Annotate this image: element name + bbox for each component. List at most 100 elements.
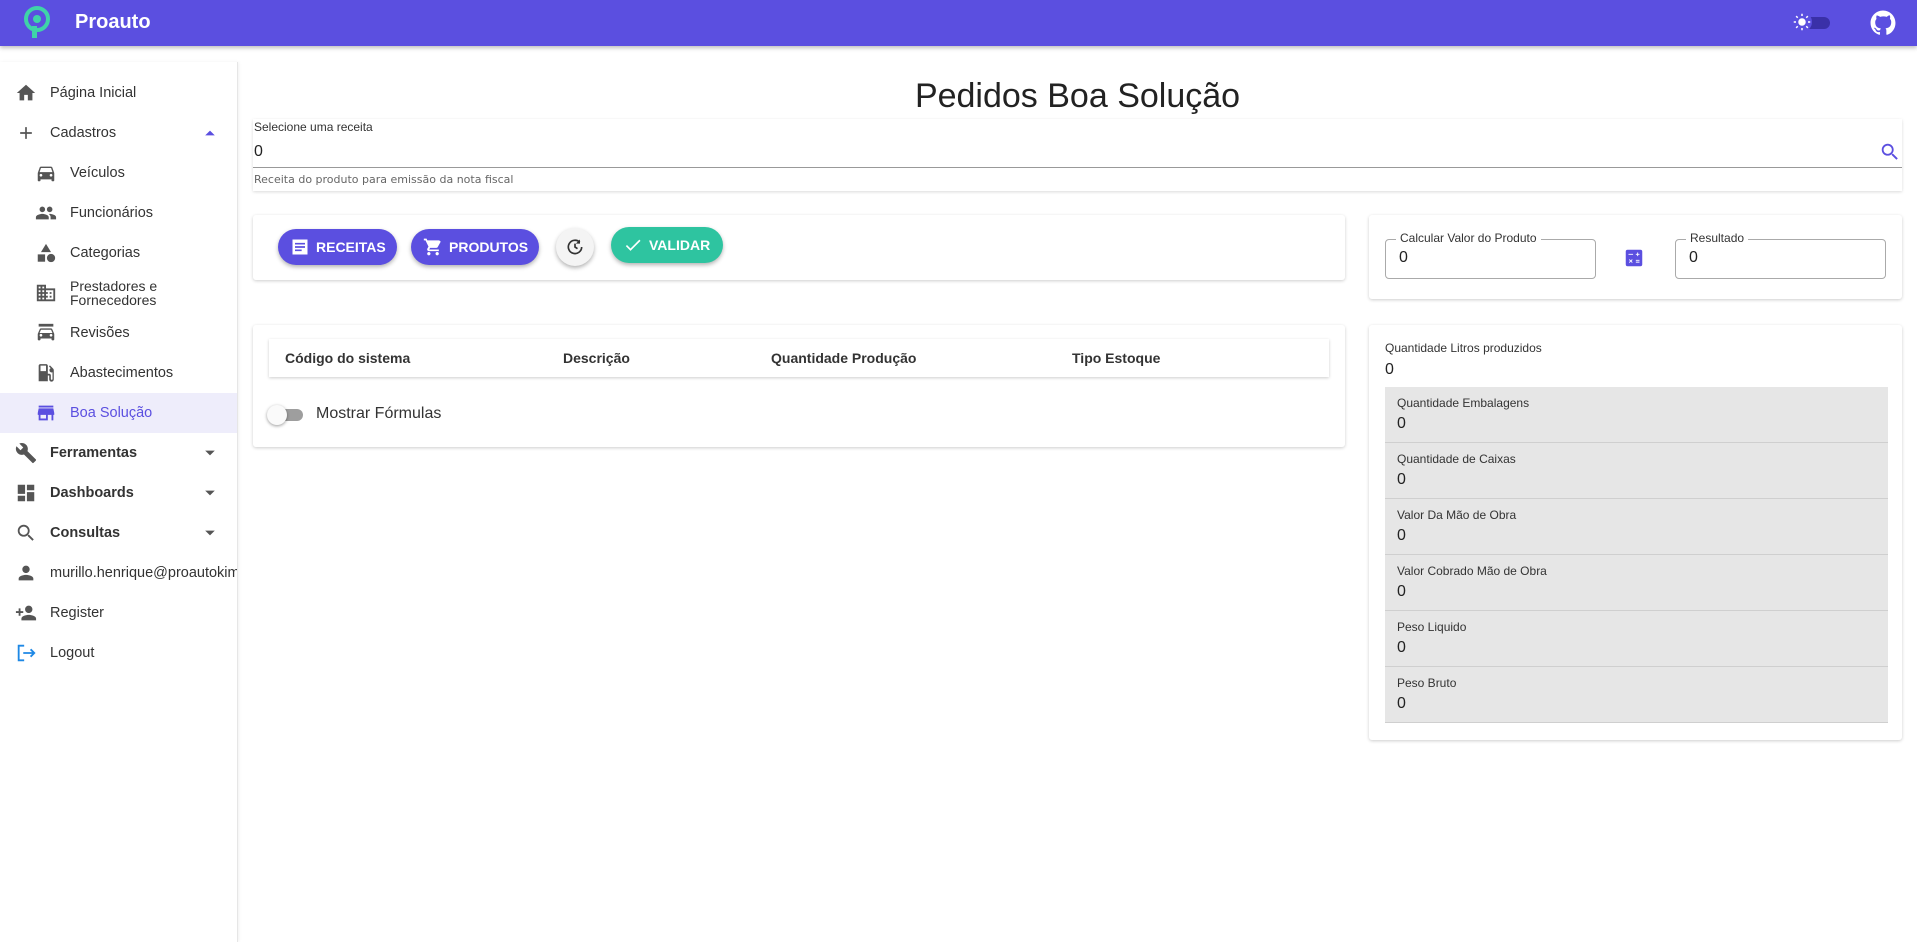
caret-down-icon [203, 446, 217, 460]
person-icon [14, 561, 38, 585]
history-button[interactable] [556, 228, 594, 266]
stat-value: 0 [1397, 695, 1406, 712]
litros-value: 0 [1385, 361, 1394, 378]
sidebar-item-boa-solucao[interactable]: Boa Solução [0, 393, 237, 433]
sidebar-item-label: Cadastros [50, 125, 117, 141]
sidebar-item-veiculos[interactable]: Veículos [0, 153, 237, 193]
sidebar: Página Inicial Cadastros Veículos Funcio… [0, 62, 238, 942]
resultado-label: Resultado [1686, 231, 1749, 245]
sidebar-item-ferramentas[interactable]: Ferramentas [0, 433, 237, 473]
calcular-valor-field: Calcular Valor do Produto [1385, 231, 1596, 279]
car-icon [34, 161, 58, 185]
sidebar-item-label: Veículos [70, 165, 125, 181]
sidebar-item-label-line2: Fornecedores [70, 292, 157, 308]
actions-card: RECEITAS PRODUTOS VALIDAR [253, 215, 1345, 280]
stat-row: Valor Da Mão de Obra 0 [1385, 499, 1888, 555]
sidebar-item-categorias[interactable]: Categorias [0, 233, 237, 273]
theme-toggle[interactable] [1792, 12, 1832, 32]
caret-down-icon [203, 526, 217, 540]
sidebar-item-label: Abastecimentos [70, 365, 174, 381]
stat-row: Quantidade Embalagens 0 [1385, 387, 1888, 443]
column-header[interactable]: Código do sistema [285, 350, 410, 366]
table-header: Código do sistema Descrição Quantidade P… [269, 339, 1329, 377]
store-icon [34, 401, 58, 425]
sidebar-item-funcionarios[interactable]: Funcionários [0, 193, 237, 233]
sidebar-item-label: Página Inicial [50, 85, 137, 101]
sidebar-item-label: Funcionários [70, 205, 154, 221]
receitas-button[interactable]: RECEITAS [278, 229, 397, 265]
sidebar-item-abastecimentos[interactable]: Abastecimentos [0, 353, 237, 393]
resultado-input[interactable] [1689, 249, 1839, 267]
caret-up-icon [203, 126, 217, 140]
logout-icon [14, 641, 38, 665]
app-title[interactable]: Proauto [75, 11, 151, 34]
calculate-button[interactable] [1623, 247, 1645, 269]
column-header[interactable]: Tipo Estoque [1072, 350, 1160, 366]
sidebar-item-label: Register [50, 605, 104, 621]
search-icon [14, 521, 38, 545]
sidebar-item-label: Prestadores e Fornecedores [70, 279, 157, 307]
app-logo-icon[interactable] [22, 4, 52, 40]
resultado-field: Resultado [1675, 231, 1886, 279]
sidebar-item-label: murillo.henrique@proautokimi [50, 565, 238, 581]
recipe-underline [253, 167, 1902, 168]
stat-row: Quantidade de Caixas 0 [1385, 443, 1888, 499]
sidebar-item-label: Boa Solução [70, 405, 153, 421]
sidebar-item-dashboards[interactable]: Dashboards [0, 473, 237, 513]
stat-label: Peso Liquido [1397, 620, 1467, 634]
sidebar-item-label: Categorias [70, 245, 141, 261]
mostrar-formulas-switch[interactable] [267, 405, 305, 425]
wrench-icon [14, 441, 38, 465]
stat-row: Peso Liquido 0 [1385, 611, 1888, 667]
calculator-icon [1625, 249, 1643, 267]
sidebar-item-pagina-inicial[interactable]: Página Inicial [0, 73, 237, 113]
recipe-field-label: Selecione uma receita [254, 120, 373, 134]
search-icon[interactable] [1879, 141, 1901, 163]
sun-icon [1792, 12, 1812, 32]
stat-row: Valor Cobrado Mão de Obra 0 [1385, 555, 1888, 611]
production-stats-card: Quantidade Litros produzidos 0 Quantidad… [1369, 325, 1902, 740]
sidebar-item-consultas[interactable]: Consultas [0, 513, 237, 553]
plus-icon [14, 121, 38, 145]
products-table-card: Código do sistema Descrição Quantidade P… [253, 325, 1345, 447]
sidebar-item-label: Dashboards [50, 485, 134, 501]
recipe-helper-text: Receita do produto para emissão da nota … [254, 173, 514, 186]
column-header[interactable]: Quantidade Produção [771, 350, 916, 366]
column-header[interactable]: Descrição [563, 350, 630, 366]
produtos-button-label: PRODUTOS [449, 239, 529, 255]
building-icon [34, 281, 58, 305]
sidebar-item-register[interactable]: Register [0, 593, 237, 633]
calcular-valor-label: Calcular Valor do Produto [1396, 231, 1541, 245]
person-add-icon [14, 601, 38, 625]
stat-value: 0 [1397, 527, 1406, 544]
calcular-valor-input[interactable] [1399, 249, 1549, 267]
switch-knob [267, 405, 287, 425]
stat-label: Quantidade de Caixas [1397, 452, 1516, 466]
sidebar-item-cadastros[interactable]: Cadastros [0, 113, 237, 153]
validar-button[interactable]: VALIDAR [611, 227, 723, 263]
people-icon [34, 201, 58, 225]
stat-value: 0 [1397, 415, 1406, 432]
home-icon [14, 81, 38, 105]
page-title: Pedidos Boa Solução [914, 77, 1241, 115]
sidebar-item-user-email[interactable]: murillo.henrique@proautokimi [0, 553, 238, 593]
stat-value: 0 [1397, 583, 1406, 600]
app-bar: Proauto [0, 0, 1917, 46]
stat-label: Peso Bruto [1397, 676, 1457, 690]
sidebar-item-label: Ferramentas [50, 445, 138, 461]
sidebar-item-label: Consultas [50, 525, 121, 541]
stat-label: Quantidade Embalagens [1397, 396, 1530, 410]
fuel-icon [34, 361, 58, 385]
github-icon[interactable] [1870, 10, 1896, 36]
sidebar-item-prestadores-fornecedores[interactable]: Prestadores e Fornecedores [0, 273, 237, 313]
recipe-select-field: Selecione uma receita Receita do produto… [253, 119, 1902, 191]
history-icon [567, 239, 583, 255]
sidebar-item-logout[interactable]: Logout [0, 633, 237, 673]
produtos-button[interactable]: PRODUTOS [411, 229, 539, 265]
calculator-card: Calcular Valor do Produto Resultado [1369, 215, 1902, 299]
caret-down-icon [203, 486, 217, 500]
car-service-icon [34, 321, 58, 345]
sidebar-item-label: Revisões [70, 325, 130, 341]
sidebar-item-revisoes[interactable]: Revisões [0, 313, 237, 353]
recipe-input[interactable] [254, 143, 1854, 161]
